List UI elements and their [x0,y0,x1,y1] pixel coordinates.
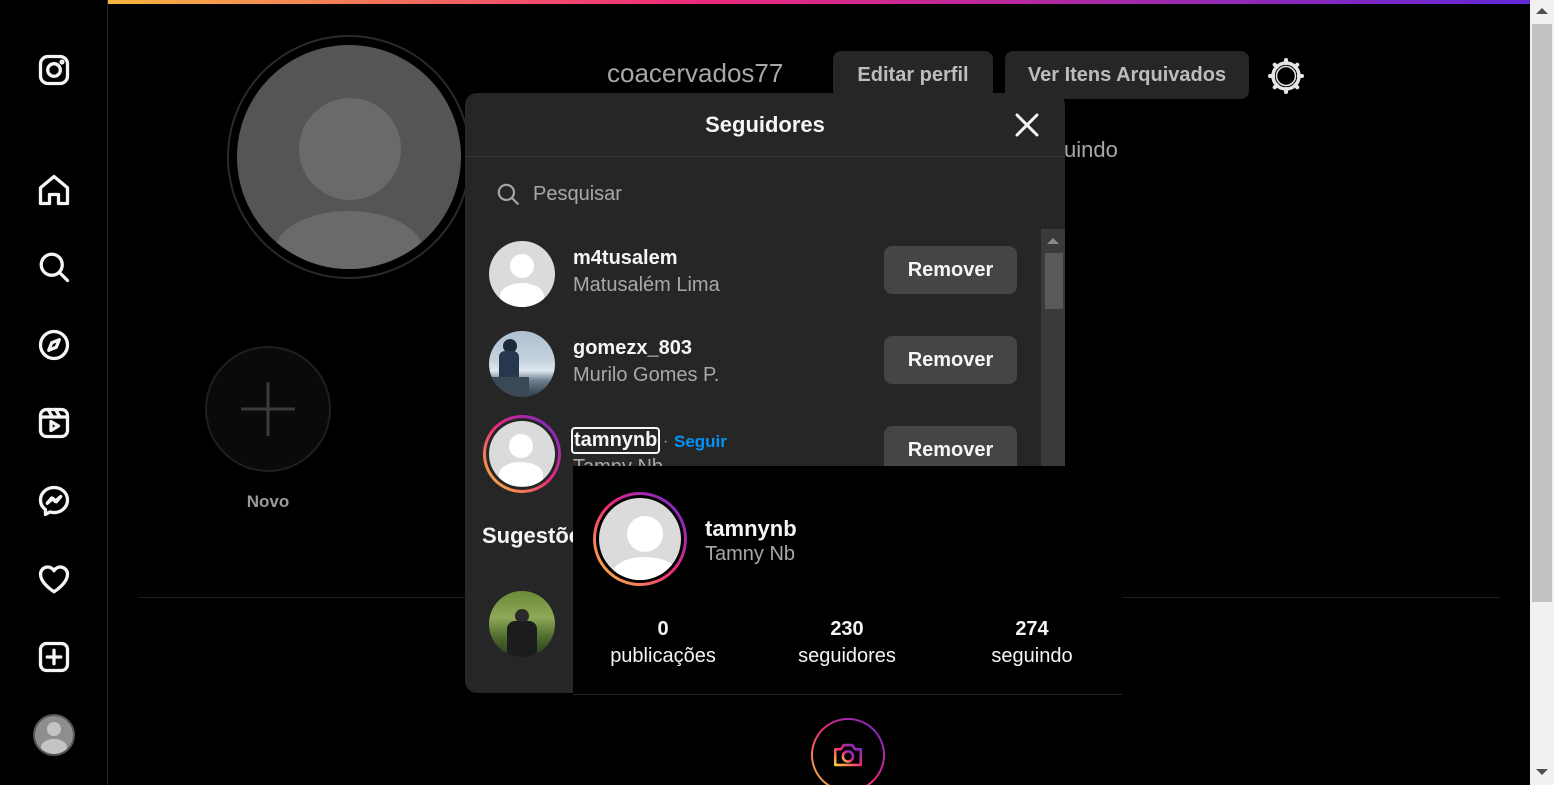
modal-title: Seguidores [705,111,825,137]
stat-following-value: 274 [1015,618,1049,640]
heart-icon[interactable] [34,559,74,599]
camera-icon [833,743,863,767]
modal-scroll-thumb[interactable] [1045,253,1063,309]
hover-card-avatar[interactable] [593,492,687,586]
following-count-partial[interactable]: uindo [1064,137,1118,163]
suggestion-avatar-photo[interactable] [489,591,555,657]
stat-posts: 0 publicações [578,618,748,668]
settings-gear-icon[interactable] [1266,56,1306,96]
view-archived-button[interactable]: Ver Itens Arquivados [1005,51,1249,99]
user-hover-card: tamnynb Tamny Nb 0 publicações 230 segui… [573,466,1122,695]
follower-row: m4tusalem Matusalém Lima Remover [489,239,1017,309]
follower-username[interactable]: m4tusalem [573,247,678,270]
profile-username: coacervados77 [607,58,784,88]
separator-dot: · [663,433,669,450]
follower-avatar-story[interactable] [483,415,561,493]
search-input[interactable] [533,182,1013,206]
page-scrollbar[interactable] [1530,0,1554,785]
follower-fullname: Matusalém Lima [573,274,720,296]
hover-card-username[interactable]: tamnynb [705,516,797,542]
follow-link[interactable]: Seguir [674,432,727,452]
hover-card-fullname: Tamny Nb [705,543,796,565]
modal-header: Seguidores [465,93,1065,157]
reels-icon[interactable] [34,403,74,443]
create-plus-icon[interactable] [34,637,74,677]
stat-following-label: seguindo [991,645,1073,667]
stat-followers: 230 seguidores [762,618,932,668]
follower-username[interactable]: gomezx_803 [573,337,692,360]
follower-username-focused[interactable]: tamnynb [571,427,661,454]
stat-followers-label: seguidores [798,645,896,667]
top-loading-bar [0,0,1530,4]
profile-photo[interactable] [227,35,471,279]
search-icon [497,183,519,205]
remove-follower-button[interactable]: Remover [884,336,1017,384]
close-icon[interactable] [1011,109,1043,141]
remove-follower-button[interactable]: Remover [884,246,1017,294]
sidebar [0,0,108,785]
scroll-down-arrow[interactable] [1536,769,1548,775]
edit-profile-button[interactable]: Editar perfil [833,51,993,99]
stat-posts-label: publicações [610,645,716,667]
new-highlight-button[interactable] [205,346,331,472]
instagram-logo-icon[interactable] [34,50,74,90]
follower-avatar-photo[interactable] [489,331,555,397]
modal-scrollbar[interactable] [1041,229,1065,469]
search-icon[interactable] [34,247,74,287]
search-bar [495,173,1035,215]
explore-compass-icon[interactable] [34,325,74,365]
profile-avatar[interactable] [33,714,75,756]
page-scroll-thumb[interactable] [1532,24,1552,602]
plus-icon [241,382,295,436]
messenger-icon[interactable] [34,481,74,521]
stat-followers-value: 230 [830,618,864,640]
new-highlight-label: Novo [246,492,290,511]
home-icon[interactable] [34,170,74,210]
stat-posts-value: 0 [657,618,669,640]
follower-avatar[interactable] [489,241,555,307]
follower-fullname: Murilo Gomes P. [573,364,720,386]
scroll-up-arrow[interactable] [1536,8,1548,14]
follower-row: gomezx_803 Murilo Gomes P. Remover [489,329,1017,399]
stat-following: 274 seguindo [947,618,1117,668]
camera-button[interactable] [811,718,885,785]
